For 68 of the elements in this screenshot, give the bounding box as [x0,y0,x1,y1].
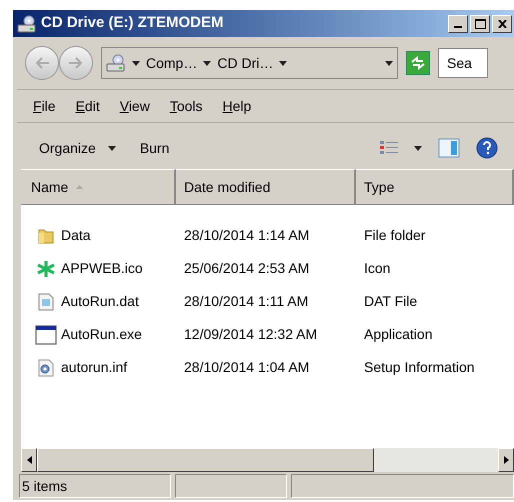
dropdown-caret-icon [414,146,422,150]
forward-arrow-icon [68,56,84,70]
address-bar[interactable]: Comp… CD Dri… [101,47,398,79]
date-cell-text: 25/06/2014 2:53 AM [183,259,310,278]
type-cell-text: Icon [363,259,392,278]
menu-item[interactable]: Edit [76,96,100,116]
caret-icon [279,60,288,66]
file-name: APPWEB.ico [61,259,143,278]
column-header[interactable]: Date modified [176,169,356,205]
type-cell-text: Application [363,325,434,344]
file-name: AutoRun.dat [61,292,139,311]
drive-icon [106,54,126,72]
menu-item[interactable]: Help [222,96,252,116]
scroll-left-button[interactable] [21,448,37,472]
file-name: autorun.inf [61,358,128,377]
toolbar-button[interactable]: Organize [27,133,128,163]
scroll-right-button[interactable] [498,448,514,472]
type-cell-text: DAT File [363,292,418,311]
date-cell-text: 28/10/2014 1:14 AM [183,226,310,245]
right-triangle-icon [504,456,508,464]
menu-item[interactable]: Tools [170,96,203,116]
type-cell-text: Setup Information [363,358,476,377]
minimize-button[interactable] [448,14,468,32]
type-cell-text: File folder [363,226,426,245]
close-button[interactable] [492,14,512,32]
menu-item[interactable]: File [33,96,56,116]
date-cell-text: 28/10/2014 1:04 AM [183,358,310,377]
menu-item[interactable]: View [120,96,150,116]
status-text: 5 items [19,474,171,498]
scroll-thumb[interactable] [37,448,374,472]
column-header[interactable]: Type [356,169,514,205]
date-cell-text: 28/10/2014 1:11 AM [183,292,310,311]
folder-icon [37,226,55,244]
drive-icon [17,14,37,32]
window-title: CD Drive (E:) ZTEMODEM [41,13,224,34]
search-field[interactable]: Sea [438,48,488,78]
asterisk-icon [36,260,56,278]
file-row[interactable]: Data 28/10/2014 1:14 AM File folder [21,219,514,252]
date-cell-text: 12/09/2014 12:32 AM [183,325,318,344]
close-icon [498,20,506,28]
file-row[interactable]: autorun.inf 28/10/2014 1:04 AM Setup Information [21,351,514,384]
back-arrow-icon [34,56,50,70]
preview-pane-icon[interactable] [438,138,460,158]
toolbar-button[interactable]: Burn [128,133,182,163]
file-name: Data [61,226,91,245]
breadcrumb[interactable]: Comp… [146,52,198,74]
view-list-icon[interactable] [380,141,398,155]
file-row[interactable]: AutoRun.exe 12/09/2014 12:32 AM Application [21,318,514,351]
refresh-button[interactable] [406,51,430,75]
window-icon [35,324,57,344]
dropdown-caret-icon [108,146,116,150]
left-triangle-icon [26,456,32,464]
file-row[interactable]: AutoRun.dat 28/10/2014 1:11 AM DAT File [21,285,514,318]
dropdown-caret-icon [385,60,393,66]
horizontal-scrollbar[interactable] [21,448,514,472]
help-icon[interactable] [476,137,498,159]
column-header[interactable]: Name [21,169,176,205]
minimize-icon [454,26,462,28]
file-row[interactable]: APPWEB.ico 25/06/2014 2:53 AM Icon [21,252,514,285]
refresh-icon [410,56,426,70]
document-icon [38,292,54,310]
caret-icon [203,60,212,66]
maximize-icon [474,18,486,28]
file-name: AutoRun.exe [61,325,142,344]
breadcrumb[interactable]: CD Dri… [217,52,274,74]
caret-icon [132,60,140,66]
maximize-button[interactable] [470,14,490,32]
settings-file-icon [38,358,54,376]
